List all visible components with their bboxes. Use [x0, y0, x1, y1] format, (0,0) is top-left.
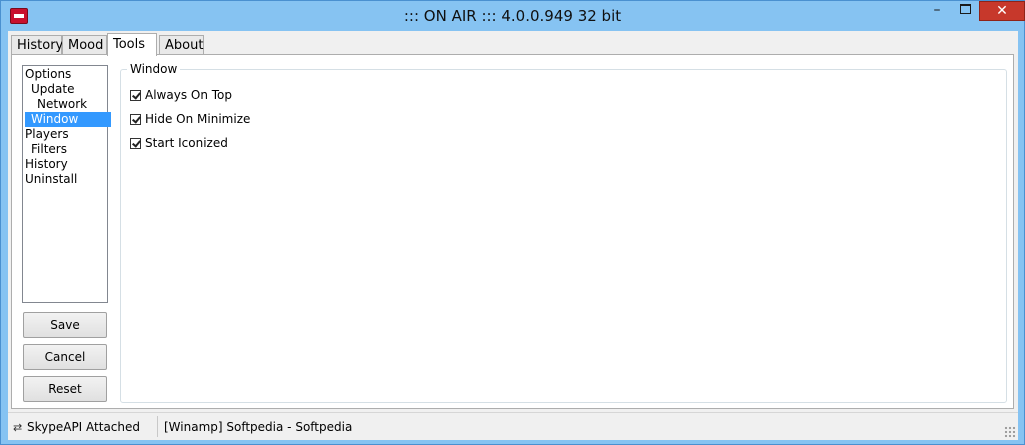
cancel-button[interactable]: Cancel [23, 344, 107, 370]
window-settings-group: Window Always On Top Hide On Minimize St… [120, 62, 1007, 403]
checkbox-label: Always On Top [145, 88, 232, 102]
tools-tab-panel: Options Update Network Window Players Fi… [11, 54, 1014, 409]
tree-item-window[interactable]: Window [25, 112, 111, 127]
resize-grip[interactable] [1004, 426, 1016, 438]
checkmark-icon[interactable] [130, 137, 141, 149]
minimize-button[interactable]: – [923, 1, 951, 21]
status-skype-text: SkypeAPI Attached [27, 420, 141, 434]
start-iconized-checkbox[interactable]: Start Iconized [130, 135, 228, 151]
close-icon: ✕ [996, 3, 1008, 19]
reset-button[interactable]: Reset [23, 376, 107, 402]
maximize-icon [959, 4, 971, 14]
app-window: ::: ON AIR ::: 4.0.0.949 32 bit – ✕ Hist… [0, 0, 1025, 445]
options-tree[interactable]: Options Update Network Window Players Fi… [22, 65, 111, 303]
checkmark-icon[interactable] [130, 89, 141, 101]
hide-on-minimize-checkbox[interactable]: Hide On Minimize [130, 111, 250, 127]
group-title: Window [127, 62, 181, 76]
tab-about[interactable]: About [159, 35, 204, 54]
tree-item-options[interactable]: Options [25, 67, 75, 82]
always-on-top-checkbox[interactable]: Always On Top [130, 87, 232, 103]
tree-item-filters[interactable]: Filters [31, 142, 71, 157]
title-bar[interactable]: ::: ON AIR ::: 4.0.0.949 32 bit – ✕ [1, 1, 1025, 31]
status-separator [157, 416, 158, 437]
status-player-text: [Winamp] Softpedia - Softpedia [164, 420, 353, 434]
close-button[interactable]: ✕ [979, 1, 1025, 21]
sync-arrows-icon: ⇄ [13, 421, 23, 434]
tab-mood[interactable]: Mood [62, 35, 107, 54]
window-title: ::: ON AIR ::: 4.0.0.949 32 bit [403, 7, 622, 25]
save-button[interactable]: Save [23, 312, 107, 338]
tree-item-history[interactable]: History [25, 157, 72, 172]
tree-item-uninstall[interactable]: Uninstall [25, 172, 81, 187]
maximize-button[interactable] [951, 1, 979, 21]
tree-item-players[interactable]: Players [25, 127, 73, 142]
checkmark-icon[interactable] [130, 113, 141, 125]
checkbox-label: Hide On Minimize [145, 112, 251, 126]
tab-tools[interactable]: Tools [107, 33, 157, 56]
client-area: History Mood Tools About Options Update … [8, 31, 1018, 440]
minimize-icon: – [933, 2, 941, 18]
status-skype: ⇄ SkypeAPI Attached [13, 418, 140, 436]
status-bar: ⇄ SkypeAPI Attached [Winamp] Softpedia - … [8, 412, 1018, 440]
checkbox-label: Start Iconized [145, 136, 228, 150]
tree-item-network[interactable]: Network [37, 97, 91, 112]
tree-item-update[interactable]: Update [31, 82, 78, 97]
tab-history[interactable]: History [11, 35, 63, 54]
